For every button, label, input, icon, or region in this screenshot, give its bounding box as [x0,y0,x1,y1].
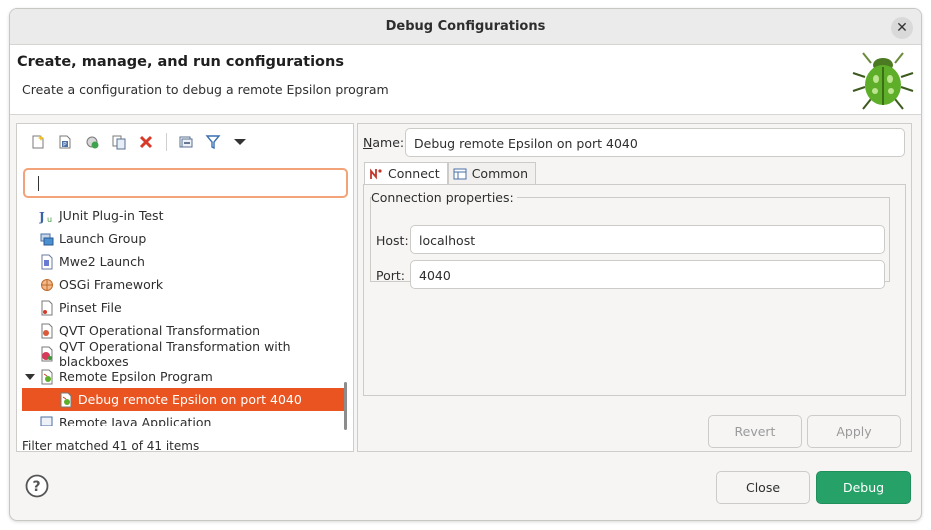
tree-item-remote-java-application[interactable]: Remote Java Application [22,411,344,426]
pinset-icon [39,300,55,316]
mwe2-icon [39,254,55,270]
tree-item-mwe2-launch[interactable]: Mwe2 Launch [22,250,344,273]
collapse-all-icon[interactable] [175,131,197,153]
bug-icon [852,52,914,110]
tab-connect[interactable]: Connect [364,162,448,185]
epsilon-config-icon [58,392,74,408]
tree-item-label: QVT Operational Transformation [59,323,261,338]
configuration-list-panel: P J u JUnit Plug-in Test Launch Group Mw… [16,123,354,453]
close-button[interactable]: Close [716,471,810,504]
svg-text:P: P [63,142,67,149]
new-config-icon[interactable] [27,131,49,153]
dialog-header: Create, manage, and run configurations C… [10,45,921,115]
port-label: Port: [376,268,405,283]
tree-item-label: OSGi Framework [59,277,164,292]
header-title: Create, manage, and run configurations [17,54,344,70]
svg-text:u: u [47,215,52,224]
tree-item-label: QVT Operational Transformation with blac… [59,338,291,369]
port-field[interactable]: 4040 [410,260,885,289]
delete-icon[interactable] [135,131,157,153]
toolbar-separator [166,133,167,151]
apply-button[interactable]: Apply [807,415,901,448]
filter-icon[interactable] [202,131,224,153]
launch-group-icon [39,231,55,247]
tree-item-pinset-file[interactable]: Pinset File [22,296,344,319]
view-menu-icon[interactable] [229,131,251,153]
text-cursor [38,176,39,191]
host-field[interactable]: localhost [410,225,885,254]
duplicate-icon[interactable] [108,131,130,153]
name-label: Name: [363,135,404,150]
remote-epsilon-icon [39,369,55,385]
help-icon[interactable]: ? [25,474,49,498]
chevron-down-icon[interactable] [22,369,38,385]
tab-common[interactable]: Common [447,162,536,184]
tree-item-label: Mwe2 Launch [59,254,145,269]
tree-item-debug-remote-epsilon[interactable]: Debug remote Epsilon on port 4040 [22,388,344,411]
junit-plugin-icon: Ju [39,208,55,224]
tab-label: Common [471,166,528,181]
tab-label: Connect [388,166,440,181]
config-toolbar: P [27,130,256,154]
connection-properties-group: Connection properties: Host: localhost P… [370,190,890,289]
name-field[interactable]: Debug remote Epsilon on port 4040 [405,128,905,157]
tree-item-label: JUnit Plug-in Test [59,208,164,223]
title-bar: Debug Configurations ✕ [10,9,921,45]
close-window-button[interactable]: ✕ [891,17,913,39]
tree-item-junit-plugin-test[interactable]: Ju JUnit Plug-in Test [22,204,344,227]
tree-item-qvt-with-blackboxes[interactable]: QVT Operational Transformation with blac… [22,339,344,369]
common-icon [453,168,467,180]
tree-scrollbar[interactable] [344,382,347,430]
tree-item-label: Debug remote Epsilon on port 4040 [78,392,302,407]
header-message: Create a configuration to debug a remote… [22,82,389,97]
name-label-mnemonic: N [363,135,373,150]
osgi-icon [39,277,55,293]
name-label-text: ame: [372,135,405,150]
tree-item-launch-group[interactable]: Launch Group [22,227,344,250]
debug-configurations-dialog: Debug Configurations ✕ Create, manage, a… [9,8,922,521]
host-label: Host: [376,233,409,248]
svg-text:J: J [39,210,45,224]
connect-tab-content: Connection properties: Host: localhost P… [363,184,906,396]
revert-button[interactable]: Revert [708,415,802,448]
qvt-blackbox-icon [39,346,55,362]
filter-status: Filter matched 41 of 41 items [22,439,200,453]
debug-button[interactable]: Debug [816,471,911,504]
new-prototype-icon[interactable]: P [54,131,76,153]
window-title: Debug Configurations [385,19,546,34]
group-title: Connection properties: [371,190,517,205]
tree-item-remote-epsilon-program[interactable]: Remote Epsilon Program [22,365,344,388]
tree-item-label: Launch Group [59,231,147,246]
qvt-icon [39,323,55,339]
svg-text:?: ? [33,479,41,495]
tree-item-label: Remote Epsilon Program [59,369,213,384]
config-tabs: Connect Common [364,162,536,185]
tree-item-label: Pinset File [59,300,122,315]
filter-input[interactable] [23,168,348,198]
remote-java-icon [39,415,55,426]
configuration-tree[interactable]: Ju JUnit Plug-in Test Launch Group Mwe2 … [22,204,348,426]
export-icon[interactable] [81,131,103,153]
connect-icon [370,168,382,180]
tree-item-label: Remote Java Application [59,415,212,426]
tree-item-osgi-framework[interactable]: OSGi Framework [22,273,344,296]
configuration-editor-panel: Name: Debug remote Epsilon on port 4040 … [357,123,912,452]
